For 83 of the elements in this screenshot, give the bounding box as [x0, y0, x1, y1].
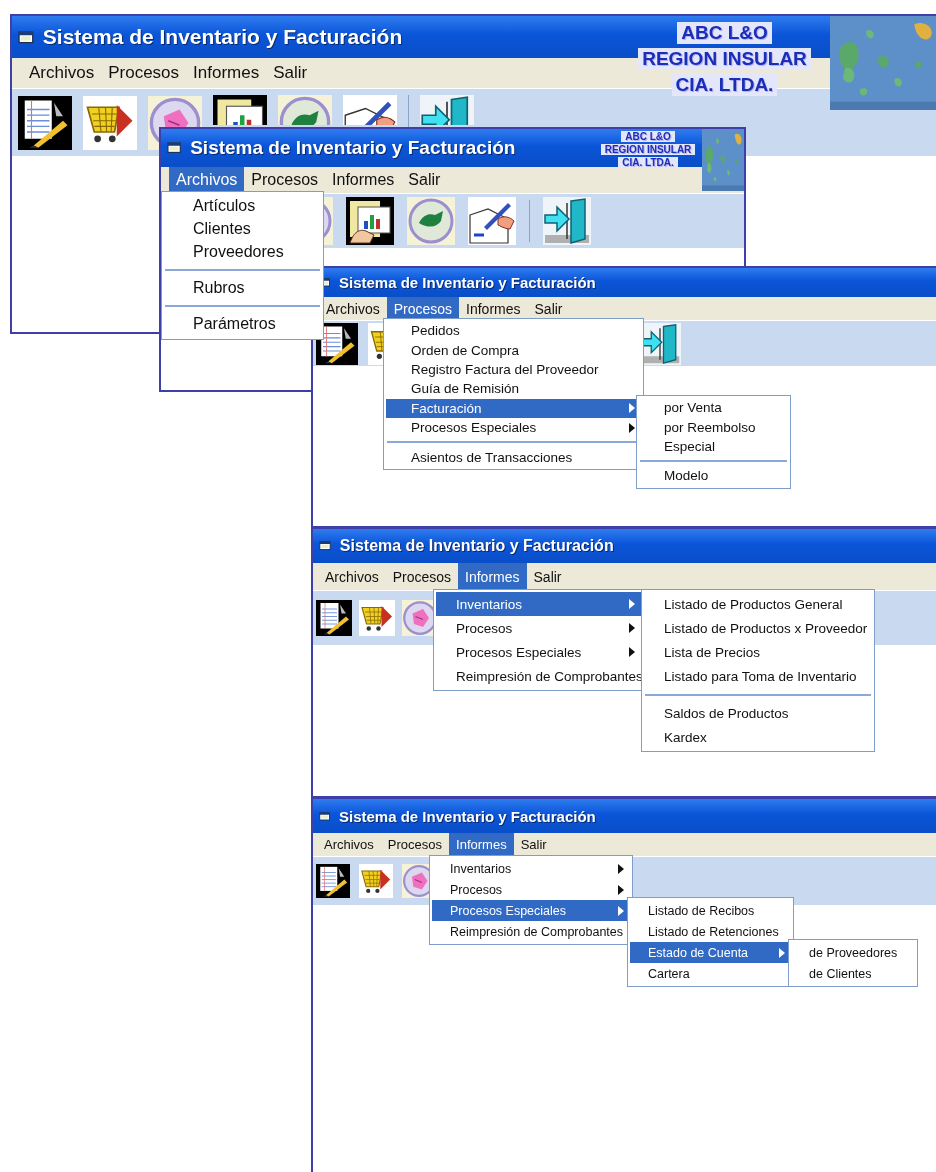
- exit-icon[interactable]: [543, 197, 591, 245]
- menu-item[interactable]: Guía de Remisión: [386, 379, 641, 399]
- logo-text: CIA. LTDA.: [618, 157, 678, 168]
- window-icon: [167, 141, 183, 155]
- menu-bar-item[interactable]: Salir: [513, 833, 554, 856]
- menu-bar-item[interactable]: Informes: [325, 167, 402, 193]
- menu-item[interactable]: por Venta: [639, 398, 788, 418]
- logo-text: ABC L&O: [677, 22, 772, 44]
- notepad-icon[interactable]: [316, 864, 350, 898]
- menu-item[interactable]: Estado de Cuenta: [630, 942, 791, 963]
- menu-bar-item[interactable]: Procesos: [386, 297, 460, 320]
- window-title: Sistema de Inventario y Facturación: [339, 807, 596, 825]
- menu-item[interactable]: Reimpresión de Comprobantes: [436, 664, 641, 688]
- menu-item[interactable]: Reimpresión de Comprobantes: [432, 921, 630, 942]
- window-icon: [18, 29, 35, 45]
- menu-item[interactable]: Listado para Toma de Inventario: [644, 664, 872, 688]
- menu-bar-item[interactable]: Archivos: [318, 563, 386, 590]
- menu-bar-item[interactable]: Salir: [266, 58, 315, 88]
- window-title: Sistema de Inventario y Facturación: [339, 274, 596, 291]
- menu-bar-item[interactable]: Informes: [449, 833, 514, 856]
- logo-text: ABC L&O: [621, 131, 675, 142]
- menu-item[interactable]: Procesos: [432, 879, 630, 900]
- menu-bar-item[interactable]: Informes: [459, 297, 528, 320]
- chart-icon[interactable]: [346, 197, 394, 245]
- window-icon: [319, 810, 331, 822]
- menu-bar-item[interactable]: Informes: [186, 58, 267, 88]
- menu-item[interactable]: Pedidos: [386, 321, 641, 341]
- menu-item[interactable]: Orden de Compra: [386, 340, 641, 360]
- window-title: Sistema de Inventario y Facturación: [339, 537, 614, 555]
- window-title: Sistema de Inventario y Facturación: [190, 137, 516, 159]
- menu-item[interactable]: Especial: [639, 436, 788, 457]
- menu-bar-item[interactable]: Archivos: [169, 167, 245, 193]
- logo-text: REGION INSULAR: [600, 144, 696, 155]
- menu-item[interactable]: Rubros: [164, 276, 321, 299]
- coin-icon[interactable]: [407, 197, 455, 245]
- menu-bar-item[interactable]: Procesos: [101, 58, 187, 88]
- notepad-icon[interactable]: [18, 95, 72, 150]
- menu-item[interactable]: Lista de Precios: [644, 640, 872, 664]
- menu-item[interactable]: Proveedores: [164, 240, 321, 263]
- menu-item[interactable]: Clientes: [164, 217, 321, 240]
- menu-item[interactable]: de Proveedores: [791, 942, 915, 963]
- menu-item[interactable]: Listado de Retenciones: [630, 921, 791, 942]
- menu-item[interactable]: de Clientes: [791, 963, 915, 984]
- menu-item[interactable]: por Reembolso: [639, 417, 788, 437]
- menu-item[interactable]: Procesos Especiales: [432, 900, 630, 921]
- menu-bar-item[interactable]: Salir: [526, 563, 569, 590]
- menu-item[interactable]: Listado de Productos General: [644, 592, 872, 616]
- window-icon: [319, 540, 332, 552]
- pen-paper-icon[interactable]: [343, 95, 397, 125]
- coin-icon[interactable]: [278, 95, 332, 125]
- menu-bar-item[interactable]: Archivos: [22, 58, 102, 88]
- logo-text: CIA. LTDA.: [671, 74, 778, 96]
- menu-item[interactable]: Parámetros: [164, 312, 321, 335]
- menu-bar-item[interactable]: Procesos: [244, 167, 326, 193]
- pen-paper-icon[interactable]: [468, 197, 516, 245]
- menu-item[interactable]: Listado de Recibos: [630, 900, 791, 921]
- menu-bar-item[interactable]: Procesos: [380, 833, 450, 856]
- menu-item[interactable]: Procesos: [436, 616, 641, 640]
- menu-item[interactable]: Artículos: [164, 194, 321, 217]
- menu-item[interactable]: Listado de Productos x Proveedor: [644, 616, 872, 640]
- exit-icon[interactable]: [420, 95, 474, 125]
- menu-bar-item[interactable]: Informes: [458, 563, 527, 590]
- chart-icon[interactable]: [213, 95, 267, 125]
- menu-bar-item[interactable]: Salir: [527, 297, 570, 320]
- menu-item[interactable]: Cartera: [630, 963, 791, 984]
- menu-item[interactable]: Modelo: [639, 466, 788, 486]
- menu-bar-item[interactable]: Archivos: [317, 833, 381, 856]
- cart-icon[interactable]: [359, 864, 393, 898]
- logo-text: REGION INSULAR: [638, 48, 811, 70]
- notepad-icon[interactable]: [316, 322, 358, 365]
- menu-item[interactable]: Procesos Especiales: [436, 640, 641, 664]
- menu-item[interactable]: Inventarios: [436, 592, 641, 616]
- menu-item[interactable]: Registro Factura del Proveedor: [386, 359, 641, 380]
- menu-item[interactable]: Inventarios: [432, 858, 630, 879]
- menu-item[interactable]: Procesos Especiales: [386, 417, 641, 438]
- menu-item[interactable]: Saldos de Productos: [644, 701, 872, 725]
- notepad-icon[interactable]: [316, 600, 352, 636]
- menu-item[interactable]: Kardex: [644, 725, 872, 749]
- window-title: Sistema de Inventario y Facturación: [42, 25, 403, 49]
- menu-bar-item[interactable]: Procesos: [385, 563, 459, 590]
- cart-icon[interactable]: [83, 95, 137, 150]
- cart-icon[interactable]: [359, 600, 395, 636]
- menu-bar-item[interactable]: Salir: [401, 167, 448, 193]
